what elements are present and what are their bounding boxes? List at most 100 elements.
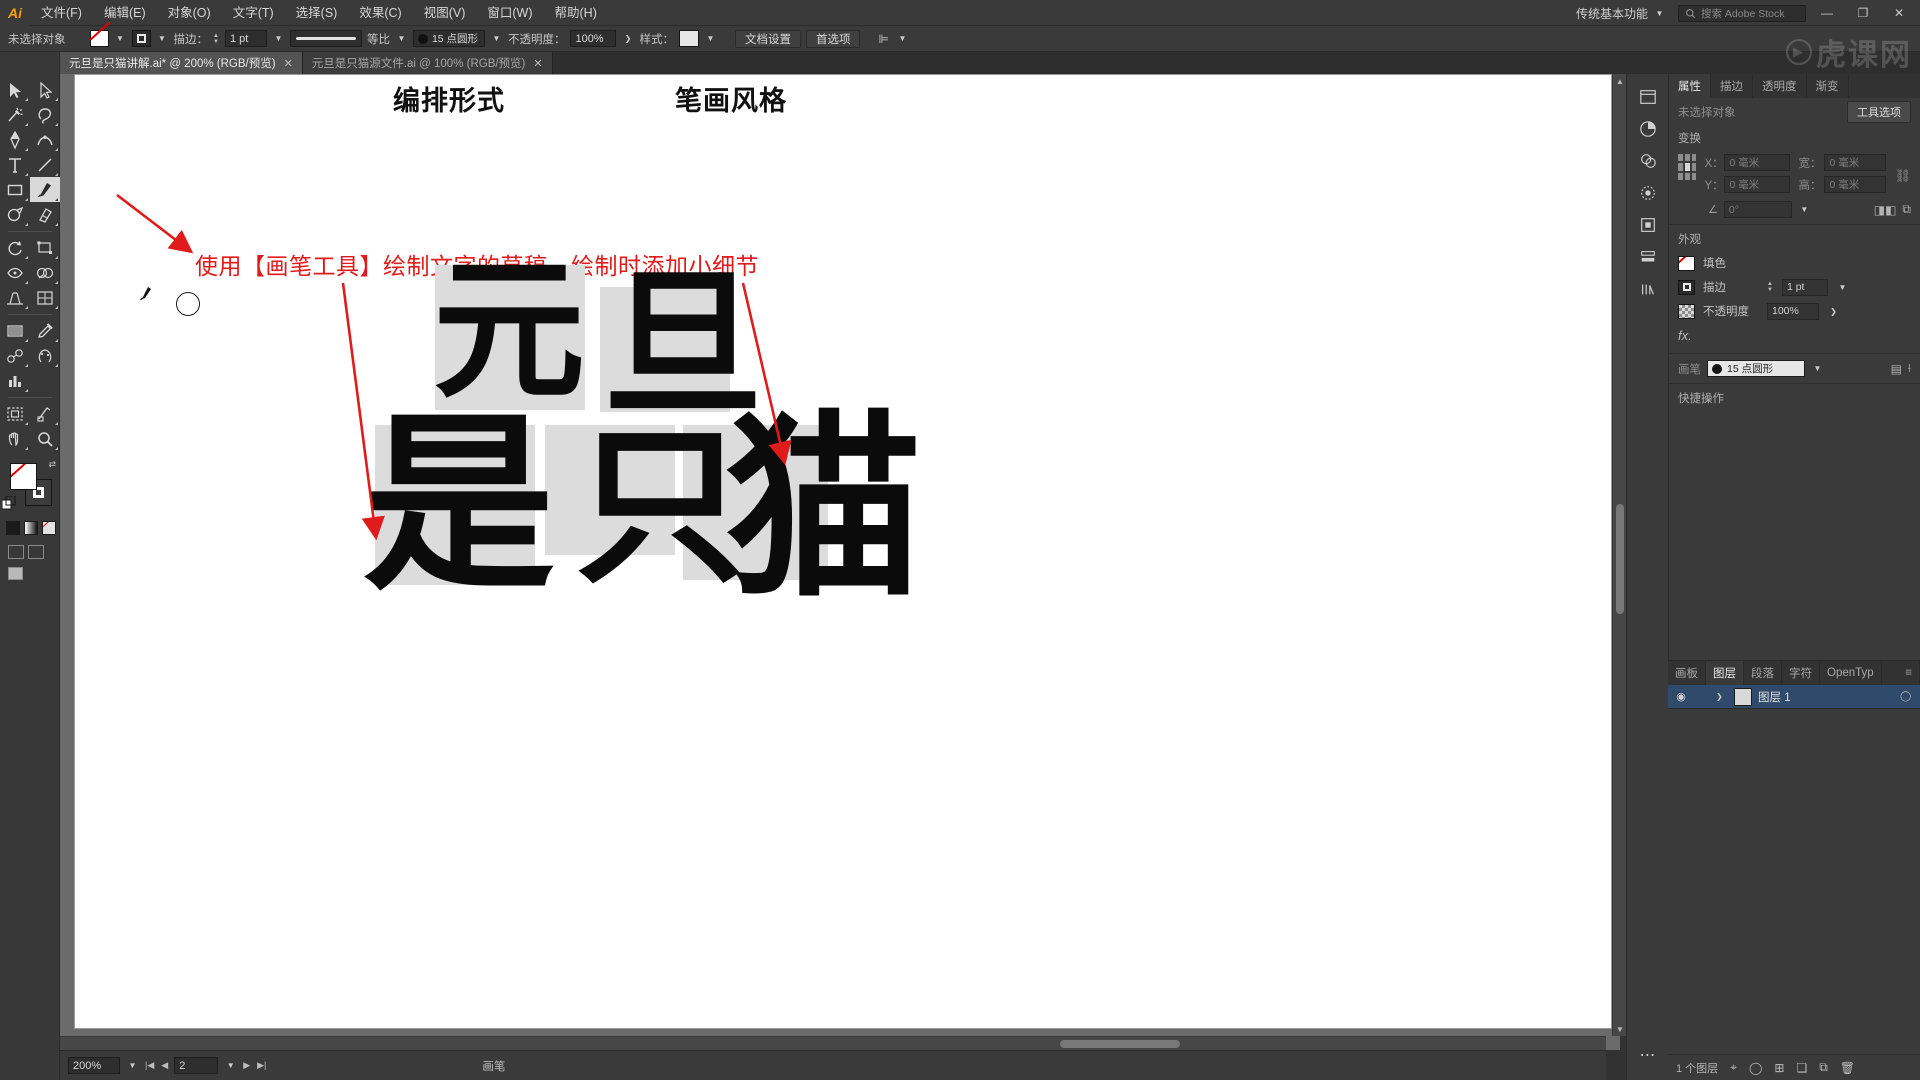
horizontal-scrollbar-thumb[interactable] [1060, 1040, 1180, 1048]
tool-options-button[interactable]: 工具选项 [1847, 101, 1911, 123]
menu-effect[interactable]: 效果(C) [348, 0, 412, 26]
menu-select[interactable]: 选择(S) [285, 0, 349, 26]
properties-tab-属性[interactable]: 属性 [1669, 74, 1711, 98]
maximize-button[interactable]: ❐ [1848, 0, 1878, 26]
reference-point-selector[interactable] [1678, 154, 1697, 180]
fill-chevron-down-icon[interactable]: ▼ [114, 30, 127, 47]
fill-color-swatch[interactable] [10, 463, 37, 490]
direct-selection-tool[interactable] [30, 77, 60, 102]
workspace-switcher[interactable]: 传统基本功能 ▼ [1570, 5, 1672, 22]
layers-tab-段落[interactable]: 段落 [1744, 661, 1782, 685]
menu-help[interactable]: 帮助(H) [544, 0, 608, 26]
opacity-expand-icon[interactable]: ❯ [621, 30, 634, 47]
stroke-weight-input[interactable]: 1 pt [224, 30, 267, 47]
canvas-horizontal-scrollbar[interactable] [60, 1036, 1606, 1050]
menu-object[interactable]: 对象(O) [157, 0, 222, 26]
brushes-panel-icon[interactable] [1631, 178, 1665, 208]
slice-tool[interactable] [30, 401, 60, 426]
color-mode-none[interactable] [42, 521, 56, 535]
magic-wand-tool[interactable] [0, 102, 30, 127]
appearance-stroke-stepper[interactable]: ▲ ▼ [1767, 281, 1773, 293]
angle-chevron-down-icon[interactable]: ▼ [1798, 201, 1811, 218]
shaper-tool[interactable] [0, 202, 30, 227]
transform-angle-input[interactable]: 0° [1723, 201, 1792, 218]
document-setup-button[interactable]: 文档设置 [734, 29, 801, 48]
color-mode-gradient[interactable] [24, 521, 38, 535]
appearance-opacity-expand-icon[interactable]: ❯ [1827, 303, 1840, 320]
rectangle-tool[interactable] [0, 177, 30, 202]
panel-options-icon[interactable]: ⋯ [1631, 1040, 1665, 1070]
brush-selector[interactable]: 15 点圆形 [1707, 360, 1805, 377]
blend-tool[interactable] [0, 343, 30, 368]
fx-icon[interactable]: fx. [1678, 328, 1692, 343]
selection-tool[interactable] [0, 77, 30, 102]
menu-view[interactable]: 视图(V) [413, 0, 477, 26]
appearance-stroke-swatch[interactable] [1678, 279, 1695, 295]
stroke-weight-chevron-down-icon[interactable]: ▼ [272, 30, 285, 47]
scroll-down-icon[interactable]: ▼ [1613, 1022, 1627, 1036]
next-artboard-icon[interactable]: ▶ [243, 1060, 250, 1071]
stroke-weight-stepper[interactable]: ▲ ▼ [213, 33, 219, 45]
flip-horizontal-icon[interactable]: ◨◧ [1874, 203, 1897, 217]
zoom-tool[interactable] [30, 426, 60, 451]
scroll-up-icon[interactable]: ▲ [1613, 74, 1627, 88]
delete-layer-icon[interactable]: 🗑 [1840, 1061, 1855, 1075]
brush-options-icon[interactable]: ⟊ [1908, 361, 1911, 376]
stroke-profile-chevron-down-icon[interactable]: ▼ [395, 30, 408, 47]
width-tool[interactable] [0, 260, 30, 285]
perspective-grid-tool[interactable] [0, 285, 30, 310]
vertical-scrollbar-thumb[interactable] [1616, 504, 1624, 614]
properties-tab-透明度[interactable]: 透明度 [1753, 74, 1807, 98]
menu-type[interactable]: 文字(T) [222, 0, 285, 26]
last-artboard-icon[interactable]: ▶| [257, 1060, 266, 1071]
minimize-button[interactable]: — [1812, 0, 1842, 26]
menu-file[interactable]: 文件(F) [30, 0, 93, 26]
transform-width-input[interactable]: 0 毫米 [1824, 154, 1887, 171]
artboard-chevron-down-icon[interactable]: ▼ [224, 1057, 237, 1074]
style-chevron-down-icon[interactable]: ▼ [704, 30, 717, 47]
prev-artboard-icon[interactable]: ◀ [161, 1060, 168, 1071]
duplicate-layer-icon[interactable]: ⧉ [1819, 1060, 1828, 1075]
brush-definition-chevron-down-icon[interactable]: ▼ [490, 30, 503, 47]
properties-tab-描边[interactable]: 描边 [1711, 74, 1753, 98]
draw-mode-normal[interactable] [8, 567, 23, 580]
artboard-number-input[interactable]: 2 [174, 1057, 219, 1074]
appearance-opacity-input[interactable]: 100% [1767, 302, 1819, 320]
eraser-tool[interactable] [30, 202, 60, 227]
stroke-profile-preview[interactable] [289, 30, 362, 47]
lasso-tool[interactable] [30, 102, 60, 127]
paintbrush-tool[interactable] [30, 177, 60, 202]
close-icon[interactable]: ✕ [533, 57, 542, 70]
expand-chevron-right-icon[interactable]: ❯ [1716, 692, 1728, 701]
stock-search-field[interactable]: 搜索 Adobe Stock [1678, 4, 1806, 22]
layers-tab-画板[interactable]: 画板 [1668, 661, 1706, 685]
lock-proportions-icon[interactable]: ⛓ [1894, 154, 1911, 184]
appearance-fill-swatch[interactable] [1678, 255, 1695, 271]
layers-tab-图层[interactable]: 图层 [1706, 661, 1744, 685]
column-graph-tool[interactable] [0, 368, 30, 393]
menu-edit[interactable]: 编辑(E) [93, 0, 157, 26]
fill-swatch[interactable] [89, 30, 109, 47]
align-icon[interactable]: ⊫ [876, 32, 890, 46]
zoom-chevron-down-icon[interactable]: ▼ [126, 1057, 139, 1074]
swap-fill-stroke-icon[interactable]: ⇄ [48, 459, 56, 470]
document-tab-inactive[interactable]: 元旦是只猫源文件.ai @ 100% (RGB/预览) ✕ [302, 52, 553, 74]
appearance-stroke-input[interactable]: 1 pt [1781, 278, 1828, 296]
zoom-level-input[interactable]: 200% [68, 1057, 120, 1074]
artboard[interactable]: 编排形式 笔画风格 使用【画笔工具】绘制文字的草稿，绘制时添加小细节 元 旦 是 [74, 74, 1612, 1029]
shape-builder-tool[interactable] [30, 260, 60, 285]
stroke-swatch[interactable] [131, 30, 151, 47]
align-chevron-down-icon[interactable]: ▼ [896, 30, 909, 47]
transform-y-input[interactable]: 0 毫米 [1724, 176, 1791, 193]
transform-x-input[interactable]: 0 毫米 [1724, 154, 1791, 171]
target-indicator-icon[interactable]: ◯ [1900, 691, 1916, 702]
symbol-sprayer-tool[interactable] [30, 343, 60, 368]
hand-tool[interactable] [0, 426, 30, 451]
properties-panel-icon[interactable] [1631, 82, 1665, 112]
visibility-eye-icon[interactable]: ◉ [1672, 690, 1690, 703]
layer-row[interactable]: ◉ ❯ 图层 1 ◯ [1668, 685, 1920, 709]
brush-libraries-icon[interactable]: ▤ [1891, 362, 1902, 376]
curvature-tool[interactable] [30, 127, 60, 152]
opacity-input[interactable]: 100% [570, 30, 617, 47]
line-segment-tool[interactable] [30, 152, 60, 177]
